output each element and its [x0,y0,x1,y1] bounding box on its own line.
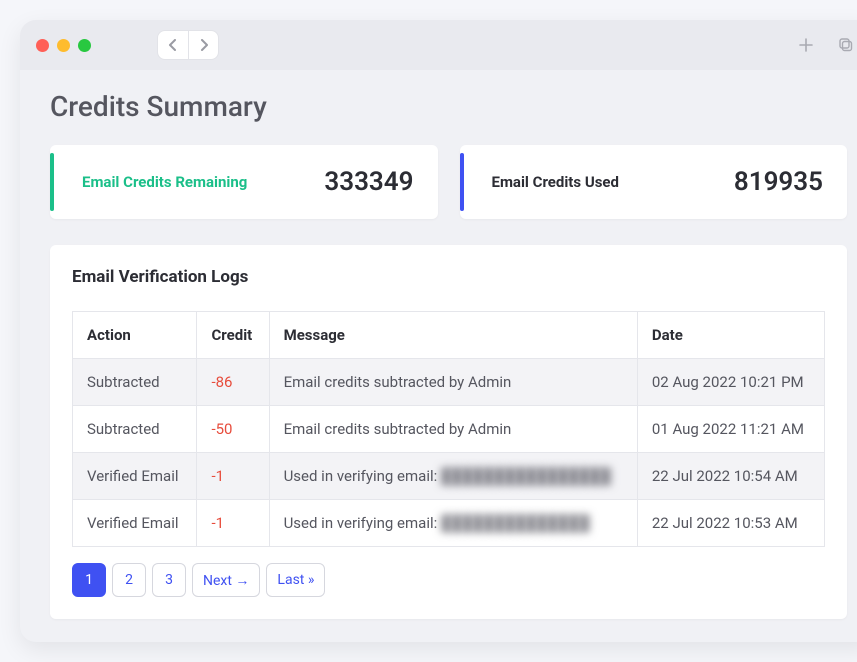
close-window-button[interactable] [36,39,49,52]
page-next-button[interactable]: Next → [192,563,260,597]
panel-title: Email Verification Logs [72,267,825,287]
cell-action: Verified Email [73,453,197,500]
window-titlebar [20,20,857,70]
copy-button[interactable] [831,30,857,60]
forward-button[interactable] [188,31,218,59]
page-title: Credits Summary [50,90,847,123]
cell-date: 22 Jul 2022 10:54 AM [637,453,824,500]
cell-action: Subtracted [73,406,197,453]
chevron-left-icon [168,39,178,51]
cell-credit: -50 [197,406,269,453]
col-action: Action [73,312,197,359]
col-message: Message [269,312,637,359]
logs-panel: Email Verification Logs Action Credit Me… [50,245,847,619]
table-row: Subtracted -86 Email credits subtracted … [73,359,825,406]
cell-message: Email credits subtracted by Admin [269,406,637,453]
cell-action: Verified Email [73,500,197,547]
cell-date: 22 Jul 2022 10:53 AM [637,500,824,547]
cell-message: Email credits subtracted by Admin [269,359,637,406]
cell-message: Used in verifying email: ███████████████… [269,453,637,500]
table-row: Verified Email -1 Used in verifying emai… [73,500,825,547]
app-window: Credits Summary Email Credits Remaining … [20,20,857,642]
nav-buttons [157,30,219,60]
plus-icon [798,37,814,53]
cell-credit: -1 [197,453,269,500]
page-3-button[interactable]: 3 [152,563,186,597]
back-button[interactable] [158,31,188,59]
content-area: Credits Summary Email Credits Remaining … [20,70,857,642]
card-label: Email Credits Used [492,173,619,191]
card-credits-used: Email Credits Used 819935 [460,145,848,219]
minimize-window-button[interactable] [57,39,70,52]
pagination: 1 2 3 Next → Last » [72,563,825,597]
card-accent [50,153,54,211]
cell-date: 01 Aug 2022 11:21 AM [637,406,824,453]
col-date: Date [637,312,824,359]
cell-credit: -86 [197,359,269,406]
page-last-button[interactable]: Last » [266,563,325,597]
summary-cards: Email Credits Remaining 333349 Email Cre… [50,145,847,219]
col-credit: Credit [197,312,269,359]
page-2-button[interactable]: 2 [112,563,146,597]
chevron-right-icon [199,39,209,51]
copy-icon [838,37,854,53]
card-credits-remaining: Email Credits Remaining 333349 [50,145,438,219]
cell-message: Used in verifying email: ██████████████ [269,500,637,547]
card-label: Email Credits Remaining [82,173,247,191]
table-row: Subtracted -50 Email credits subtracted … [73,406,825,453]
maximize-window-button[interactable] [78,39,91,52]
cell-action: Subtracted [73,359,197,406]
card-value: 819935 [734,167,823,197]
new-tab-button[interactable] [791,30,821,60]
window-controls [36,39,91,52]
card-value: 333349 [324,167,413,197]
table-header-row: Action Credit Message Date [73,312,825,359]
cell-credit: -1 [197,500,269,547]
card-accent [460,153,464,211]
table-row: Verified Email -1 Used in verifying emai… [73,453,825,500]
page-1-button[interactable]: 1 [72,563,106,597]
logs-table: Action Credit Message Date Subtracted -8… [72,311,825,547]
cell-date: 02 Aug 2022 10:21 PM [637,359,824,406]
